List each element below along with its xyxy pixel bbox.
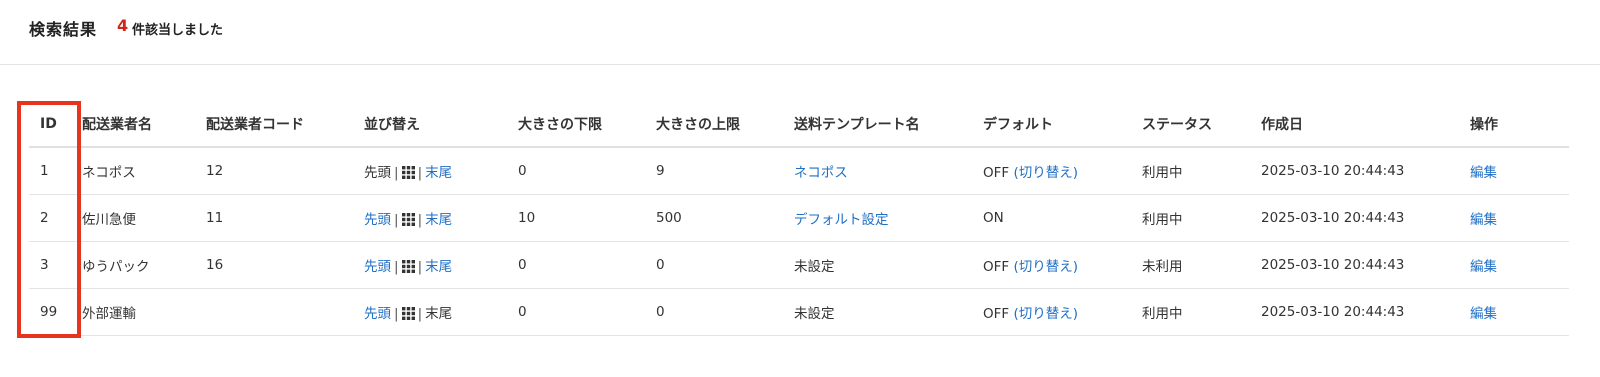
default-state: OFF bbox=[983, 259, 1010, 275]
column-header-size-upper: 大きさの上限 bbox=[656, 102, 794, 148]
grid-drag-icon[interactable] bbox=[401, 307, 415, 320]
cell-size-lower: 0 bbox=[518, 288, 656, 336]
table-row: 1 ネコポス 12 先頭 | | 末尾 0 9 ネコポス OFF (切り替え) 利用中… bbox=[29, 147, 1569, 195]
cell-template: デフォルト設定 bbox=[794, 194, 983, 242]
edit-link[interactable]: 編集 bbox=[1470, 259, 1497, 275]
cell-carrier-code: 16 bbox=[206, 241, 364, 289]
cell-sort: 先頭 | | 末尾 bbox=[364, 241, 518, 289]
cell-status: 利用中 bbox=[1142, 194, 1261, 242]
sort-separator: | bbox=[394, 165, 399, 181]
cell-size-lower: 10 bbox=[518, 194, 656, 242]
default-toggle-link[interactable]: (切り替え) bbox=[1013, 165, 1078, 181]
page-title: 検索結果 bbox=[29, 20, 98, 39]
cell-size-upper: 500 bbox=[656, 194, 794, 242]
cell-created: 2025-03-10 20:44:43 bbox=[1261, 147, 1470, 195]
cell-default: OFF (切り替え) bbox=[983, 241, 1142, 289]
cell-size-lower: 0 bbox=[518, 147, 656, 195]
sort-last-link[interactable]: 末尾 bbox=[425, 212, 452, 228]
cell-default: ON bbox=[983, 194, 1142, 242]
edit-link[interactable]: 編集 bbox=[1470, 165, 1497, 181]
cell-created: 2025-03-10 20:44:43 bbox=[1261, 241, 1470, 289]
default-toggle-link[interactable]: (切り替え) bbox=[1013, 259, 1078, 275]
cell-status: 利用中 bbox=[1142, 147, 1261, 195]
cell-size-upper: 0 bbox=[656, 241, 794, 289]
edit-link[interactable]: 編集 bbox=[1470, 212, 1497, 228]
sort-separator: | bbox=[394, 306, 399, 322]
cell-carrier-name: ネコポス bbox=[82, 147, 206, 195]
sort-separator: | bbox=[417, 259, 423, 275]
cell-sort: 先頭 | | 末尾 bbox=[364, 288, 518, 336]
column-header-carrier-code: 配送業者コード bbox=[206, 102, 364, 148]
cell-id: 2 bbox=[29, 194, 82, 242]
table-row: 3 ゆうパック 16 先頭 | | 末尾 0 0 未設定 OFF (切り替え) 未利用… bbox=[29, 241, 1569, 289]
column-header-template: 送料テンプレート名 bbox=[794, 102, 983, 148]
grid-drag-icon[interactable] bbox=[401, 260, 415, 273]
cell-default: OFF (切り替え) bbox=[983, 288, 1142, 336]
cell-sort: 先頭 | | 末尾 bbox=[364, 194, 518, 242]
cell-carrier-name: 外部運輸 bbox=[82, 288, 206, 336]
cell-actions: 編集 bbox=[1470, 288, 1569, 336]
cell-actions: 編集 bbox=[1470, 241, 1569, 289]
cell-id: 99 bbox=[29, 288, 82, 336]
table-row: 99 外部運輸 先頭 | | 末尾 0 0 未設定 OFF (切り替え) 利用中 20… bbox=[29, 288, 1569, 336]
results-header: 検索結果 4 件該当しました bbox=[0, 0, 1600, 65]
cell-template: ネコポス bbox=[794, 147, 983, 195]
default-state: OFF bbox=[983, 165, 1010, 181]
default-state: OFF bbox=[983, 306, 1010, 322]
cell-template: 未設定 bbox=[794, 241, 983, 289]
default-toggle-link[interactable]: (切り替え) bbox=[1013, 306, 1078, 322]
sort-separator: | bbox=[417, 212, 423, 228]
cell-status: 未利用 bbox=[1142, 241, 1261, 289]
column-header-id: ID bbox=[29, 102, 82, 148]
template-link[interactable]: ネコポス bbox=[794, 165, 848, 181]
column-header-status: ステータス bbox=[1142, 102, 1261, 148]
cell-size-lower: 0 bbox=[518, 241, 656, 289]
grid-drag-icon[interactable] bbox=[401, 166, 415, 179]
cell-carrier-name: ゆうパック bbox=[82, 241, 206, 289]
default-state: ON bbox=[983, 210, 1004, 226]
cell-template: 未設定 bbox=[794, 288, 983, 336]
cell-status: 利用中 bbox=[1142, 288, 1261, 336]
sort-separator: | bbox=[394, 212, 399, 228]
shipping-carrier-table: ID 配送業者名 配送業者コード 並び替え 大きさの下限 大きさの上限 送料テン… bbox=[29, 102, 1569, 336]
cell-carrier-name: 佐川急便 bbox=[82, 194, 206, 242]
cell-created: 2025-03-10 20:44:43 bbox=[1261, 288, 1470, 336]
cell-id: 1 bbox=[29, 147, 82, 195]
cell-actions: 編集 bbox=[1470, 194, 1569, 242]
result-count-suffix: 件該当しました bbox=[132, 23, 224, 38]
sort-separator: | bbox=[417, 165, 423, 181]
cell-actions: 編集 bbox=[1470, 147, 1569, 195]
edit-link[interactable]: 編集 bbox=[1470, 306, 1497, 322]
grid-drag-icon[interactable] bbox=[401, 213, 415, 226]
cell-default: OFF (切り替え) bbox=[983, 147, 1142, 195]
cell-size-upper: 0 bbox=[656, 288, 794, 336]
cell-carrier-code: 11 bbox=[206, 194, 364, 242]
sort-separator: | bbox=[417, 306, 423, 322]
cell-sort: 先頭 | | 末尾 bbox=[364, 147, 518, 195]
column-header-actions: 操作 bbox=[1470, 102, 1569, 148]
sort-separator: | bbox=[394, 259, 399, 275]
column-header-sort: 並び替え bbox=[364, 102, 518, 148]
sort-first-label: 先頭 bbox=[364, 165, 391, 181]
sort-first-link[interactable]: 先頭 bbox=[364, 212, 391, 228]
column-header-default: デフォルト bbox=[983, 102, 1142, 148]
table-row: 2 佐川急便 11 先頭 | | 末尾 10 500 デフォルト設定 ON 利用中 2… bbox=[29, 194, 1569, 242]
table-header-row: ID 配送業者名 配送業者コード 並び替え 大きさの下限 大きさの上限 送料テン… bbox=[29, 102, 1569, 148]
cell-id: 3 bbox=[29, 241, 82, 289]
cell-size-upper: 9 bbox=[656, 147, 794, 195]
result-count: 4 bbox=[117, 16, 129, 35]
cell-created: 2025-03-10 20:44:43 bbox=[1261, 194, 1470, 242]
column-header-created: 作成日 bbox=[1261, 102, 1470, 148]
cell-carrier-code: 12 bbox=[206, 147, 364, 195]
template-link[interactable]: デフォルト設定 bbox=[794, 212, 889, 228]
sort-last-link[interactable]: 末尾 bbox=[425, 259, 452, 275]
sort-last-label: 末尾 bbox=[425, 306, 453, 322]
column-header-size-lower: 大きさの下限 bbox=[518, 102, 656, 148]
sort-first-link[interactable]: 先頭 bbox=[364, 306, 391, 322]
cell-carrier-code bbox=[206, 288, 364, 336]
column-header-carrier-name: 配送業者名 bbox=[82, 102, 206, 148]
sort-first-link[interactable]: 先頭 bbox=[364, 259, 391, 275]
sort-last-link[interactable]: 末尾 bbox=[425, 165, 452, 181]
